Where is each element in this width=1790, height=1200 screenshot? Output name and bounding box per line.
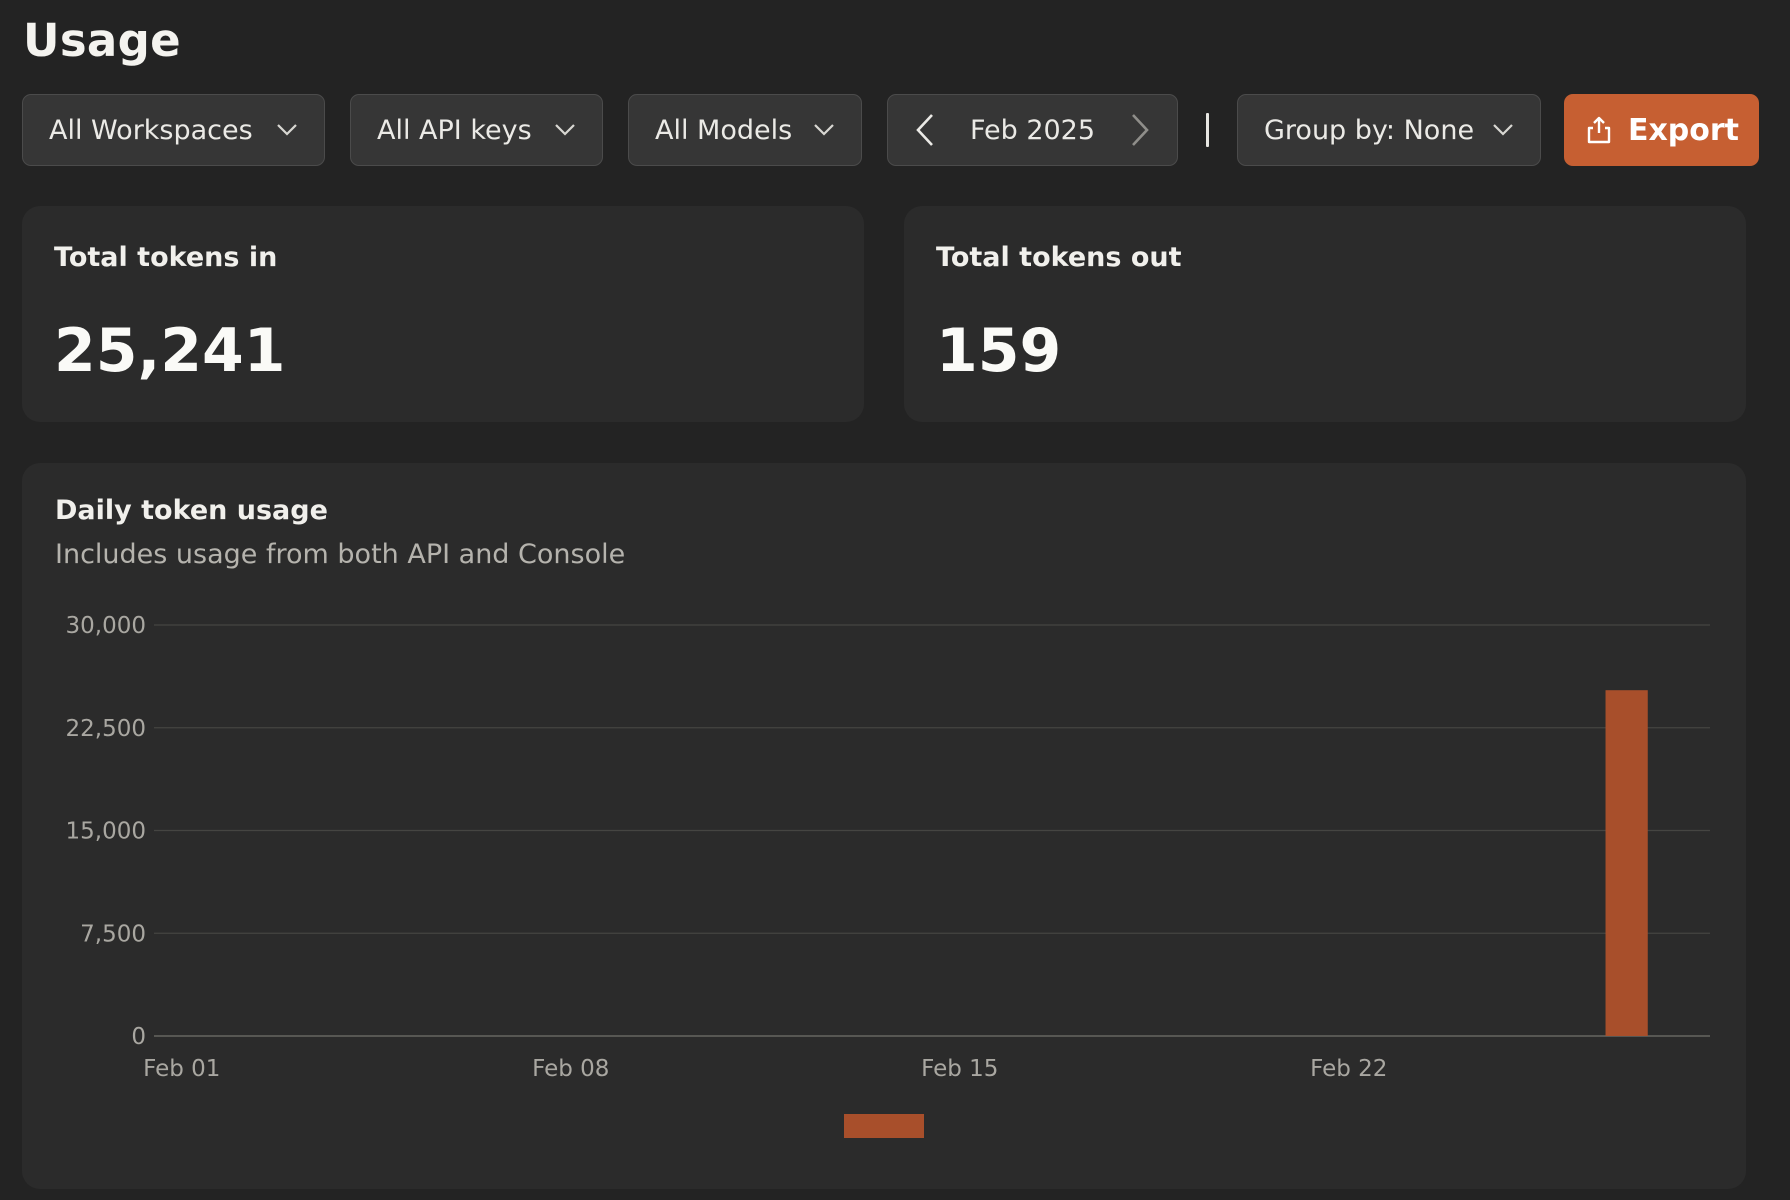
total-tokens-out-label: Total tokens out xyxy=(936,242,1182,273)
x-tick-label: Feb 01 xyxy=(143,1056,220,1082)
api-keys-dropdown[interactable]: All API keys xyxy=(350,94,603,166)
month-label: Feb 2025 xyxy=(969,114,1096,146)
total-tokens-out-value: 159 xyxy=(936,316,1062,386)
group-by-dropdown[interactable]: Group by: None xyxy=(1237,94,1541,166)
y-tick-label: 30,000 xyxy=(66,613,146,639)
daily-token-usage-chart: 30,000 22,500 15,000 7,500 0 Feb 01 Feb 08 Feb … xyxy=(66,613,1710,1138)
models-dropdown[interactable]: All Models xyxy=(628,94,862,166)
chevron-down-icon xyxy=(1490,117,1516,143)
y-tick-label: 7,500 xyxy=(80,921,146,947)
daily-token-usage-card: Daily token usage Includes usage from bo… xyxy=(22,463,1746,1189)
y-tick-label: 15,000 xyxy=(66,819,146,845)
toolbar-divider xyxy=(1206,113,1209,147)
export-button[interactable]: Export xyxy=(1564,94,1759,166)
y-tick-label: 0 xyxy=(131,1024,146,1050)
total-tokens-in-value: 25,241 xyxy=(54,316,286,386)
bar xyxy=(1605,690,1648,1036)
x-tick-label: Feb 22 xyxy=(1310,1056,1387,1082)
workspaces-dropdown[interactable]: All Workspaces xyxy=(22,94,325,166)
total-tokens-out-card: Total tokens out 159 xyxy=(904,206,1746,422)
filter-toolbar: All Workspaces All API keys All Models F… xyxy=(0,0,1790,170)
export-button-label: Export xyxy=(1627,112,1740,148)
group-by-dropdown-label: Group by: None xyxy=(1264,114,1475,146)
total-tokens-in-card: Total tokens in 25,241 xyxy=(22,206,864,422)
chevron-left-icon[interactable] xyxy=(910,110,940,150)
legend-swatch xyxy=(844,1114,924,1138)
x-tick-label: Feb 08 xyxy=(532,1056,609,1082)
chevron-down-icon xyxy=(811,117,837,143)
workspaces-dropdown-label: All Workspaces xyxy=(49,114,253,146)
export-icon xyxy=(1584,115,1614,145)
month-selector: Feb 2025 xyxy=(887,94,1178,166)
chevron-down-icon xyxy=(274,117,300,143)
api-keys-dropdown-label: All API keys xyxy=(377,114,532,146)
x-tick-label: Feb 15 xyxy=(921,1056,998,1082)
y-tick-label: 22,500 xyxy=(66,716,146,742)
chevron-down-icon xyxy=(552,117,578,143)
models-dropdown-label: All Models xyxy=(655,114,793,146)
chevron-right-icon[interactable] xyxy=(1125,110,1155,150)
total-tokens-in-label: Total tokens in xyxy=(54,242,278,273)
